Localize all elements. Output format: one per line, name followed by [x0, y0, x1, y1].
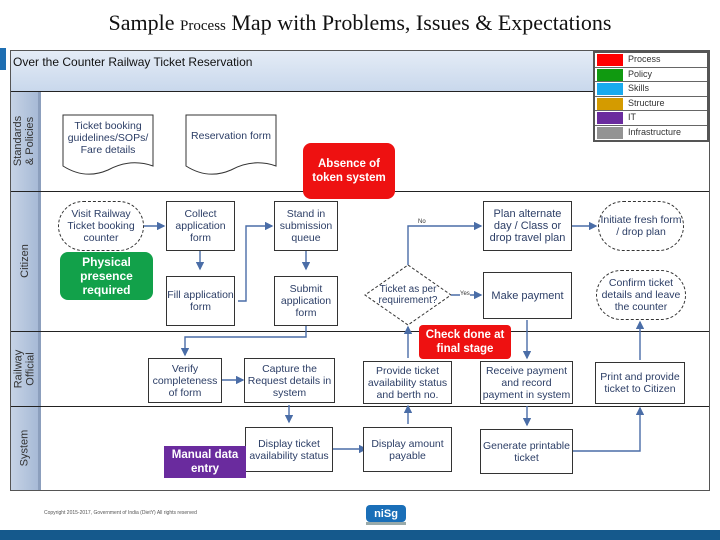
- arrow-decision-plan: [407, 221, 483, 265]
- node-stand-queue: Stand in submission queue: [274, 201, 338, 251]
- arrow-submit-verify: [180, 326, 307, 357]
- copyright-text: Copyright 2015-2017, Government of India…: [44, 510, 197, 516]
- footer-bar: [0, 530, 720, 540]
- node-receive-payment: Receive payment and record payment in sy…: [480, 361, 573, 404]
- node-verify-form: Verify completeness of form: [148, 358, 222, 403]
- node-visit-counter: Visit Railway Ticket booking counter: [58, 201, 144, 251]
- document-reservation-form: Reservation form: [191, 130, 271, 142]
- callout-manual-data-entry: Manual data entry: [164, 446, 246, 478]
- node-collect-form: Collect application form: [166, 201, 235, 251]
- arrow-fill-stand: [238, 221, 274, 302]
- node-generate-ticket: Generate printable ticket: [480, 429, 573, 474]
- node-display-availability: Display ticket availability status: [245, 427, 333, 472]
- arrow-generate-print: [573, 406, 645, 452]
- node-plan-alternate: Plan alternate day / Class or drop trave…: [483, 201, 572, 251]
- document-guidelines: Ticket booking guidelines/SOPs/ Fare det…: [67, 120, 149, 156]
- node-capture-details: Capture the Request details in system: [244, 358, 335, 403]
- node-initiate-fresh: Initiate fresh form / drop plan: [598, 201, 684, 251]
- node-provide-availability: Provide ticket availability status and b…: [363, 361, 452, 404]
- node-submit-form: Submit application form: [274, 276, 338, 326]
- edge-label-no: No: [418, 219, 426, 225]
- nisg-logo: niSg: [366, 505, 406, 522]
- node-print-ticket: Print and provide ticket to Citizen: [595, 362, 685, 404]
- edge-label-yes: Yes: [460, 291, 470, 297]
- node-fill-form: Fill application form: [166, 276, 235, 326]
- callout-absence-token-system: Absence of token system: [303, 143, 395, 199]
- callout-physical-presence: Physical presence required: [60, 252, 153, 300]
- node-display-amount: Display amount payable: [363, 427, 452, 472]
- node-decision-ticket: Ticket as per requirement?: [378, 284, 438, 306]
- logo-tagline: [366, 522, 406, 525]
- node-make-payment: Make payment: [483, 272, 572, 319]
- node-confirm-ticket: Confirm ticket details and leave the cou…: [596, 270, 686, 320]
- callout-check-final-stage: Check done at final stage: [419, 325, 511, 359]
